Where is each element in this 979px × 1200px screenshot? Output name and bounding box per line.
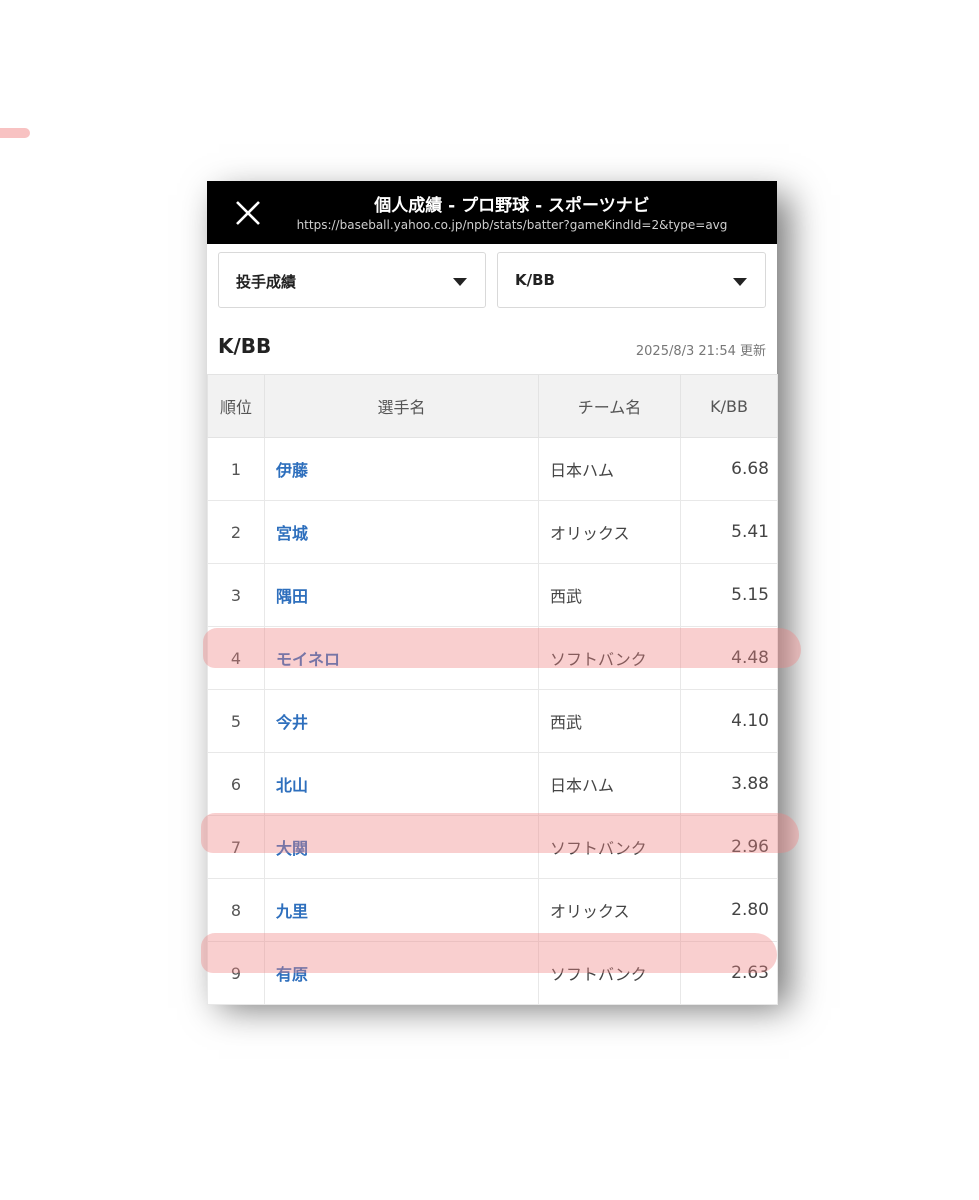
stat-select-value: K/BB [515, 271, 555, 289]
team-cell: オリックス [538, 500, 681, 564]
header-kbb[interactable]: K/BB [680, 374, 778, 438]
team-cell: オリックス [538, 878, 681, 942]
close-icon [236, 201, 260, 225]
updated-timestamp: 2025/8/3 21:54 更新 [635, 344, 766, 359]
player-link[interactable]: 大関 [264, 815, 539, 879]
team-cell: 日本ハム [538, 752, 681, 816]
rank-cell: 6 [207, 752, 265, 816]
table-row: 9 有原 ソフトバンク 2.63 [207, 941, 778, 1005]
table-row: 3 隅田 西武 5.15 [207, 563, 778, 627]
table-row: 7 大関 ソフトバンク 2.96 [207, 815, 778, 879]
screenshot-card: 個人成績 - プロ野球 - スポーツナビ https://baseball.ya… [201, 181, 801, 1005]
kbb-cell: 2.63 [680, 941, 778, 1005]
table-row: 1 伊藤 日本ハム 6.68 [207, 437, 778, 501]
kbb-cell: 4.10 [680, 689, 778, 753]
category-select[interactable]: 投手成績 [218, 252, 486, 308]
table-row: 5 今井 西武 4.10 [207, 689, 778, 753]
rank-cell: 4 [207, 626, 265, 690]
rank-cell: 2 [207, 500, 265, 564]
rank-cell: 3 [207, 563, 265, 627]
caret-down-icon [453, 278, 467, 286]
page-title: 個人成績 - プロ野球 - スポーツナビ [374, 196, 650, 216]
kbb-cell: 4.48 [680, 626, 778, 690]
table-header-row: 順位 選手名 チーム名 K/BB [207, 374, 778, 438]
table-row: 8 九里 オリックス 2.80 [207, 878, 778, 942]
section-title: K/BB [218, 334, 272, 358]
filter-bar: 投手成績 K/BB [207, 244, 777, 310]
player-link[interactable]: 有原 [264, 941, 539, 1005]
kbb-cell: 5.41 [680, 500, 778, 564]
player-link[interactable]: 宮城 [264, 500, 539, 564]
team-cell: ソフトバンク [538, 626, 681, 690]
player-link[interactable]: 隅田 [264, 563, 539, 627]
kbb-cell: 2.80 [680, 878, 778, 942]
player-link[interactable]: 北山 [264, 752, 539, 816]
rank-cell: 1 [207, 437, 265, 501]
rank-cell: 7 [207, 815, 265, 879]
rank-cell: 5 [207, 689, 265, 753]
rank-cell: 8 [207, 878, 265, 942]
kbb-cell: 3.88 [680, 752, 778, 816]
stats-table: 順位 選手名 チーム名 K/BB 1 伊藤 日本ハム 6.68 2 宮城 オリッ… [207, 374, 778, 1005]
team-cell: 西武 [538, 563, 681, 627]
table-row: 2 宮城 オリックス 5.41 [207, 500, 778, 564]
section-header: K/BB 2025/8/3 21:54 更新 [207, 310, 777, 372]
kbb-cell: 6.68 [680, 437, 778, 501]
kbb-cell: 2.96 [680, 815, 778, 879]
team-cell: 西武 [538, 689, 681, 753]
team-cell: ソフトバンク [538, 815, 681, 879]
browser-header: 個人成績 - プロ野球 - スポーツナビ https://baseball.ya… [207, 181, 777, 244]
caret-down-icon [733, 278, 747, 286]
player-link[interactable]: 九里 [264, 878, 539, 942]
category-select-value: 投手成績 [236, 273, 297, 291]
page-url: https://baseball.yahoo.co.jp/npb/stats/b… [296, 218, 728, 232]
team-cell: ソフトバンク [538, 941, 681, 1005]
close-button[interactable] [227, 195, 269, 231]
rank-cell: 9 [207, 941, 265, 1005]
header-team: チーム名 [538, 374, 681, 438]
player-link[interactable]: モイネロ [264, 626, 539, 690]
table-row: 4 モイネロ ソフトバンク 4.48 [207, 626, 778, 690]
player-link[interactable]: 今井 [264, 689, 539, 753]
kbb-cell: 5.15 [680, 563, 778, 627]
header-player: 選手名 [264, 374, 539, 438]
team-cell: 日本ハム [538, 437, 681, 501]
stat-select[interactable]: K/BB [497, 252, 766, 308]
player-link[interactable]: 伊藤 [264, 437, 539, 501]
table-row: 6 北山 日本ハム 3.88 [207, 752, 778, 816]
highlight-mark [0, 128, 30, 138]
header-rank: 順位 [207, 374, 265, 438]
